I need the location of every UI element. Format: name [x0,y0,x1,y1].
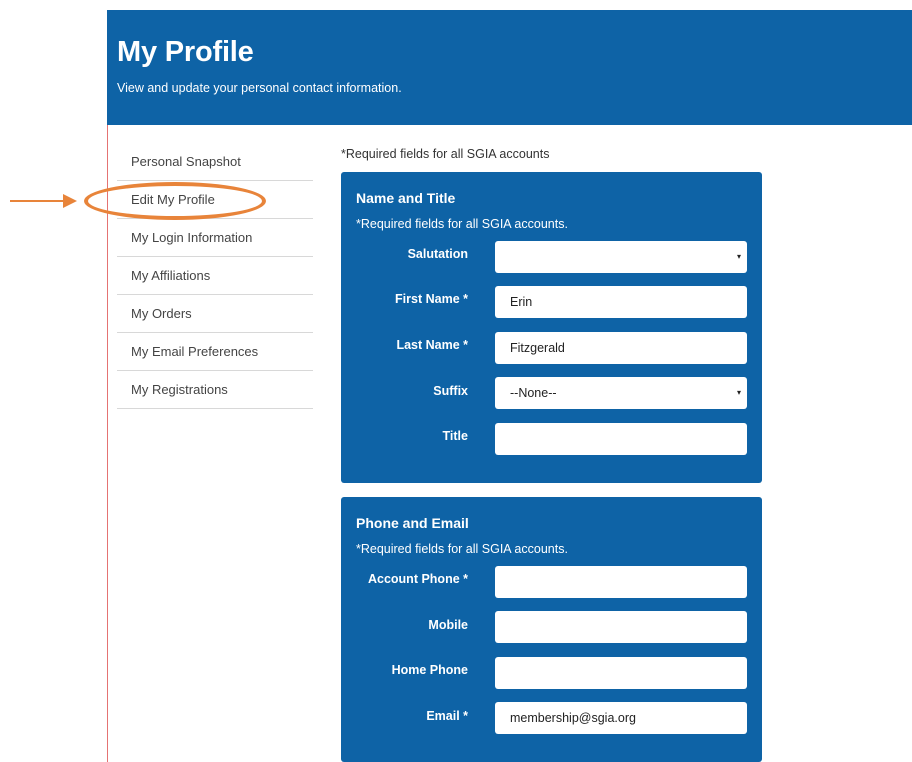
arrow-head-icon [63,194,77,208]
email-field[interactable]: membership@sgia.org [495,702,747,734]
chevron-down-icon: ▾ [736,388,741,397]
page-title: My Profile [117,36,254,68]
mobile-field[interactable] [495,611,747,643]
sidebar-item-my-login-information[interactable]: My Login Information [117,219,313,257]
phone-and-email-panel: Phone and Email *Required fields for all… [341,497,762,762]
left-border [107,125,108,762]
page-subtitle: View and update your personal contact in… [117,81,402,95]
page-header: My Profile View and update your personal… [107,10,912,125]
last-name-field[interactable]: Fitzgerald [495,332,747,364]
email-label: Email * [426,709,468,723]
required-fields-note: *Required fields for all SGIA accounts [341,147,550,161]
last-name-label: Last Name * [396,338,468,352]
sidebar-item-my-registrations[interactable]: My Registrations [117,371,313,409]
suffix-label: Suffix [433,384,468,398]
panel-required-note: *Required fields for all SGIA accounts. [356,217,568,231]
arrow-right-icon [10,200,65,202]
home-phone-field[interactable] [495,657,747,689]
first-name-label: First Name * [395,292,468,306]
sidebar-item-personal-snapshot[interactable]: Personal Snapshot [117,143,313,181]
account-phone-label: Account Phone * [367,572,468,586]
suffix-select[interactable]: --None-- ▾ [495,377,747,409]
sidebar-item-my-affiliations[interactable]: My Affiliations [117,257,313,295]
home-phone-label: Home Phone [391,663,468,677]
title-label: Title [442,429,468,443]
profile-page: My Profile View and update your personal… [0,0,912,762]
highlight-circle [84,182,266,220]
salutation-select[interactable]: ▾ [495,241,747,273]
suffix-value: --None-- [510,386,557,400]
chevron-down-icon: ▾ [736,252,741,261]
first-name-field[interactable]: Erin [495,286,747,318]
sidebar-item-my-orders[interactable]: My Orders [117,295,313,333]
sidebar-item-my-email-preferences[interactable]: My Email Preferences [117,333,313,371]
panel-title: Phone and Email [356,515,469,531]
salutation-label: Salutation [407,247,468,261]
account-phone-field[interactable] [495,566,747,598]
name-and-title-panel: Name and Title *Required fields for all … [341,172,762,483]
title-field[interactable] [495,423,747,455]
panel-title: Name and Title [356,190,456,206]
panel-required-note: *Required fields for all SGIA accounts. [356,542,568,556]
mobile-label: Mobile [428,618,468,632]
